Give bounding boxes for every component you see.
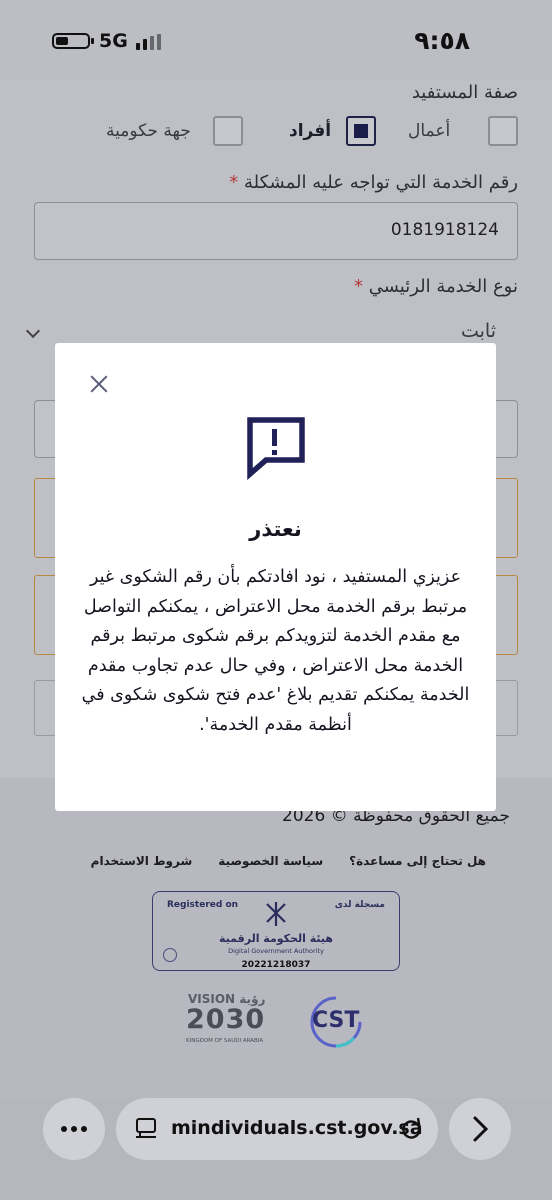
dga-name-en: Digital Government Authority [228,947,324,955]
option-individuals-label: أفراد [289,121,332,141]
beneficiary-options: أعمال أفراد جهة حكومية [0,116,552,152]
main-service-label-text: نوع الخدمة الرئيسي [368,276,518,297]
tabs-icon [136,1118,156,1138]
terms-link[interactable]: شروط الاستخدام [91,854,193,868]
option-business-label: أعمال [408,121,451,141]
signal-icon [136,34,164,50]
modal-title: نعتذر [249,517,302,541]
dga-logo-icon [266,902,286,926]
vision-year: 2030 [186,1004,266,1035]
status-time: ٩:٥٨ [414,26,470,55]
main-service-value: ثابت [460,320,496,342]
close-icon[interactable] [88,373,110,395]
modal-body: عزيزي المستفيد ، نود افادتكم بأن رقم الش… [81,567,470,735]
error-modal: نعتذر عزيزي المستفيد ، نود افادتكم بأن ر… [55,343,496,811]
address-bar[interactable]: mindividuals.cst.gov.sa [116,1098,438,1160]
chevron-down-icon [25,323,41,339]
footer-links: هل تحتاج إلى مساعدة؟ سياسة الخصوصية شروط… [91,854,486,868]
service-number-label: رقم الخدمة التي تواجه عليه المشكلة * [229,172,518,193]
url-text: mindividuals.cst.gov.sa [171,1117,423,1139]
forward-icon [473,1116,489,1142]
option-business-checkbox[interactable] [488,116,518,146]
dga-registration-number: 20221218037 [241,960,311,970]
check-icon [163,948,177,962]
option-government-label: جهة حكومية [106,121,191,141]
option-individuals-checkbox[interactable] [346,116,376,146]
registered-on-en: Registered on [167,900,239,910]
dga-registration-badge[interactable]: Registered on مسجلة لدى هيئة الحكومة الر… [152,891,400,971]
help-link[interactable]: هل تحتاج إلى مساعدة؟ [349,854,486,868]
cst-logo-text: CST [312,1008,360,1033]
network-type: 5G [99,30,128,52]
battery-icon [52,33,94,49]
beneficiary-label: صفة المستفيد [411,82,518,103]
more-icon [61,1126,87,1132]
dga-name-ar: هيئة الحكومة الرقمية [218,932,334,945]
reload-icon[interactable] [398,1116,424,1142]
vision-2030-logo: VISION رؤية 2030 KINGDOM OF SAUDI ARABIA [186,992,272,1058]
option-government-checkbox[interactable] [213,116,243,146]
required-mark: * [354,276,363,297]
footer: جميع الحقوق محفوظة © 2026 هل تحتاج إلى م… [0,778,552,1098]
service-number-value: 0181918124 [390,220,499,240]
service-number-input[interactable]: 0181918124 [34,202,518,260]
required-mark: * [229,172,239,193]
more-button[interactable] [43,1098,105,1160]
main-service-label: نوع الخدمة الرئيسي * [354,276,518,297]
status-bar: 5G ٩:٥٨ [0,0,552,80]
registered-on-ar: مسجلة لدى [334,900,385,910]
vision-bottom: KINGDOM OF SAUDI ARABIA [186,1038,264,1044]
forward-button[interactable] [449,1098,511,1160]
chat-alert-icon [247,417,305,480]
privacy-link[interactable]: سياسة الخصوصية [218,854,323,868]
browser-toolbar: mindividuals.cst.gov.sa [0,1098,552,1200]
service-number-label-text: رقم الخدمة التي تواجه عليه المشكلة [243,172,518,193]
cst-logo: CST [306,994,366,1050]
